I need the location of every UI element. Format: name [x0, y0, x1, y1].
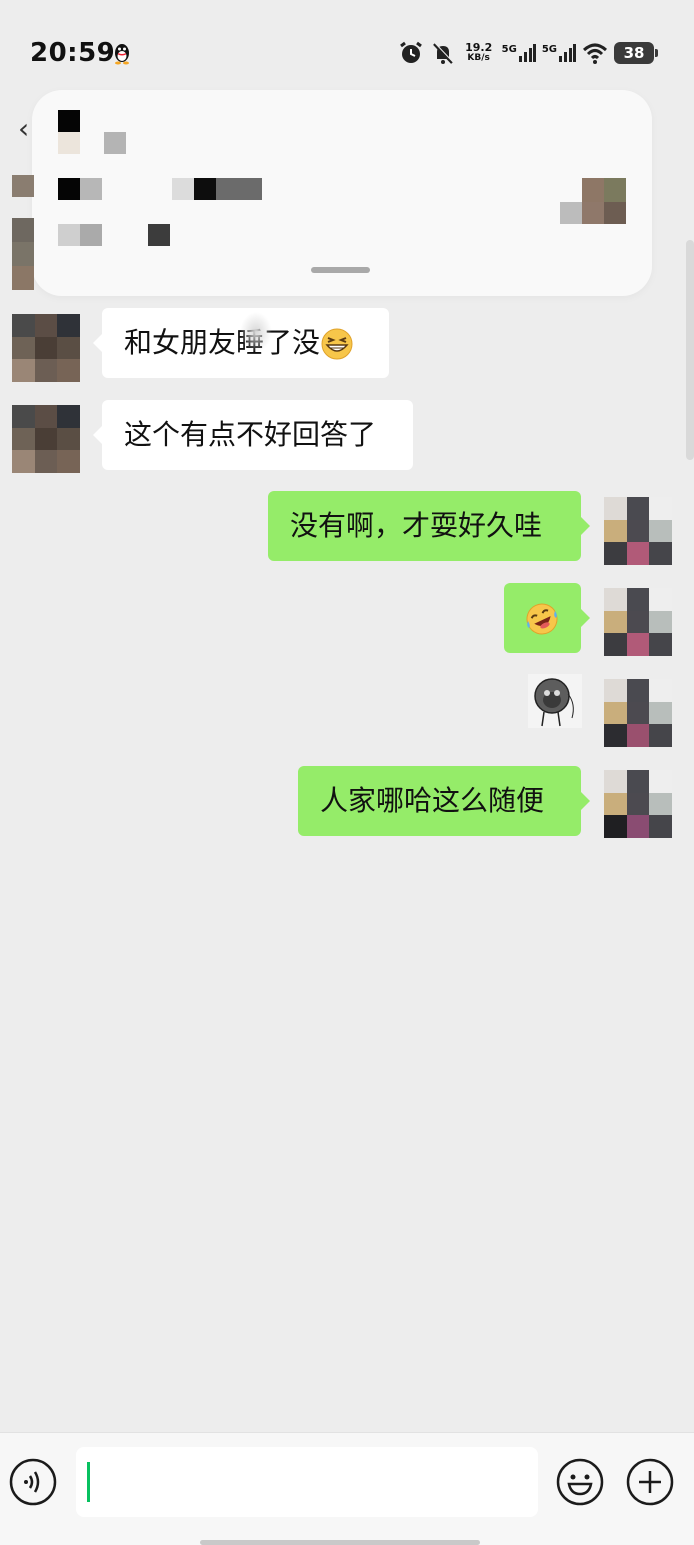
- message-text: 这个有点不好回答了: [124, 418, 377, 451]
- wifi-icon: [582, 43, 608, 64]
- emoji-button[interactable]: [556, 1458, 604, 1506]
- qq-penguin-icon: [115, 44, 129, 65]
- chat-header-card[interactable]: [32, 90, 652, 296]
- sim1-label: 5G: [501, 44, 517, 55]
- message-text: 人家哪哈这么随便: [320, 784, 545, 817]
- signal-bars-icon: [518, 44, 536, 62]
- back-chevron-icon[interactable]: ‹: [18, 112, 29, 145]
- status-indicators: 19.2 KB/s 5G 5G 38: [398, 38, 658, 68]
- self-avatar[interactable]: [604, 679, 672, 747]
- sim1-signal: 5G: [502, 44, 536, 62]
- bell-muted-icon: [432, 42, 454, 64]
- message-text: 和女朋友睡了没: [124, 326, 321, 359]
- sim2-label: 5G: [541, 44, 557, 55]
- message-input[interactable]: [76, 1447, 538, 1517]
- text-cursor: [87, 1462, 90, 1502]
- sim2-signal: 5G: [542, 44, 576, 62]
- message-bubble-outgoing[interactable]: [504, 583, 590, 653]
- monkey-sticker-icon[interactable]: [528, 674, 582, 728]
- message-text: 没有啊，才耍好久哇: [290, 509, 543, 542]
- self-avatar[interactable]: [604, 497, 672, 565]
- blur-spot: [240, 312, 272, 352]
- grinning-squint-face-icon: [321, 328, 353, 360]
- status-time: 20:59: [30, 38, 116, 68]
- message-bubble-outgoing[interactable]: 人家哪哈这么随便: [298, 766, 590, 836]
- net-speed: 19.2 KB/s: [462, 42, 496, 64]
- home-indicator[interactable]: [200, 1540, 480, 1545]
- self-avatar[interactable]: [604, 770, 672, 838]
- net-speed-unit: KB/s: [467, 53, 490, 63]
- voice-input-button[interactable]: [9, 1458, 57, 1506]
- net-speed-value: 19.2: [465, 41, 493, 54]
- avatar[interactable]: [12, 405, 80, 473]
- battery-indicator: 38: [614, 42, 658, 64]
- signal-bars-icon: [559, 44, 576, 62]
- header-drag-handle[interactable]: [311, 267, 370, 273]
- message-bubble-incoming[interactable]: 和女朋友睡了没: [93, 308, 389, 378]
- scrollbar[interactable]: [686, 240, 694, 460]
- message-bubble-incoming[interactable]: 这个有点不好回答了: [93, 400, 413, 470]
- more-actions-button[interactable]: [626, 1458, 674, 1506]
- alarm-clock-icon: [399, 41, 422, 63]
- avatar[interactable]: [12, 314, 80, 382]
- status-bar: 20:59 19.2 KB/s 5G 5G 38: [0, 0, 694, 100]
- self-avatar[interactable]: [604, 588, 672, 656]
- rofl-face-icon: [526, 603, 558, 635]
- message-bubble-outgoing[interactable]: 没有啊，才耍好久哇: [268, 491, 590, 561]
